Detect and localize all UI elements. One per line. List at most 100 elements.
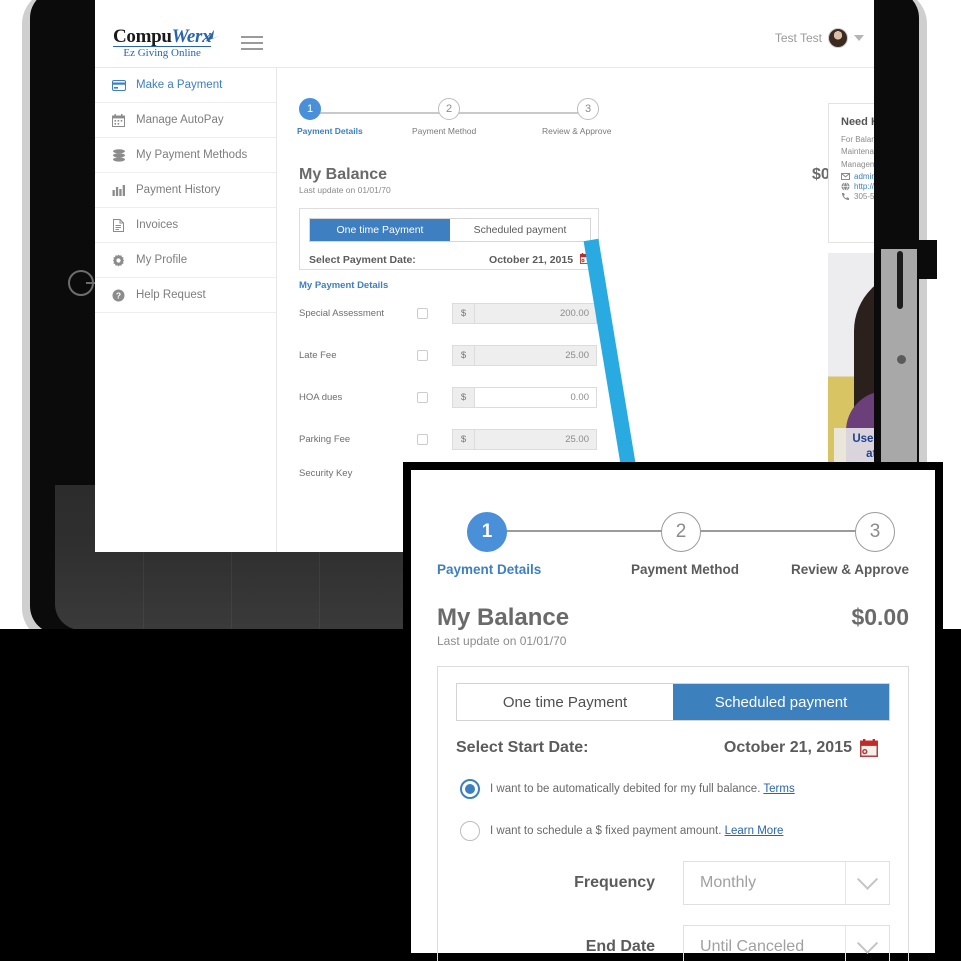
sidebar-item-make-a-payment[interactable]: Make a Payment <box>95 68 276 103</box>
sidebar-item-label: My Payment Methods <box>136 149 248 161</box>
promo-banner[interactable]: VISA VISA $10 a Use your VISA Card to sc… <box>828 253 874 478</box>
currency-symbol: $ <box>453 304 475 323</box>
sidebar-item-label: Make a Payment <box>136 79 223 91</box>
fee-amount-input[interactable]: $ 25.00 <box>452 345 597 366</box>
help-email-row[interactable]: admin@revopay.com <box>841 172 874 181</box>
sidebar-item-manage-autopay[interactable]: Manage AutoPay <box>95 103 276 138</box>
document-icon <box>111 218 126 233</box>
radio-auto-debit-text: I want to be automatically debited for m… <box>490 783 761 795</box>
bar-chart-icon <box>111 183 126 198</box>
callout-tab-scheduled-payment[interactable]: Scheduled payment <box>673 684 889 720</box>
fee-amount-value: 200.00 <box>475 304 596 323</box>
fee-label: Late Fee <box>299 350 337 361</box>
callout-stepper-label-3: Review & Approve <box>790 562 909 577</box>
fee-amount-value: 0.00 <box>475 388 596 407</box>
balance-summary: $0.00 My Balance Last update on 01/01/70 <box>299 166 852 195</box>
callout-step-number: 1 <box>481 521 493 542</box>
need-help-title: Need Help? <box>841 116 874 128</box>
help-phone-row: 305-555-1234 <box>841 192 874 201</box>
payment-date-row: Select Payment Date: October 21, 2015 <box>309 253 591 266</box>
end-date-select[interactable]: Until Canceled <box>683 925 890 961</box>
frequency-select[interactable]: Monthly <box>683 861 890 905</box>
callout-frequency-row: Frequency Monthly <box>456 861 890 905</box>
help-website: http://revopay.com <box>854 182 874 192</box>
tablet-power-button[interactable] <box>897 251 903 309</box>
callout-stepper-step-3[interactable]: 3 <box>855 512 895 552</box>
end-date-value: Until Canceled <box>700 938 805 955</box>
callout-progress-stepper: 1 2 3 <box>437 512 909 552</box>
tab-one-time-payment[interactable]: One time Payment <box>310 219 450 241</box>
radio-fixed-amount[interactable] <box>460 821 480 841</box>
question-circle-icon: ? <box>111 288 126 303</box>
callout-end-date-row: End Date Until Canceled <box>456 925 890 961</box>
balance-last-update: Last update on 01/01/70 <box>299 185 391 195</box>
callout-payment-type-card: One time Payment Scheduled payment Selec… <box>437 666 909 961</box>
help-phone: 305-555-1234 <box>854 192 874 202</box>
terms-link[interactable]: Terms <box>763 783 794 795</box>
help-website-row[interactable]: http://revopay.com <box>841 182 874 191</box>
sidebar-item-label: Payment History <box>136 184 221 196</box>
callout-start-date-row: Select Start Date: October 21, 2015 <box>456 739 890 757</box>
hamburger-menu-icon[interactable] <box>241 36 263 54</box>
payment-date-label: Select Payment Date: <box>309 253 416 266</box>
sidebar: Make a Payment Manage AutoPay My Payment… <box>95 68 277 552</box>
need-help-panel: Need Help? For Balance, Account #, Billi… <box>828 103 874 243</box>
coins-icon <box>111 148 126 163</box>
chevron-down-icon[interactable] <box>845 862 889 904</box>
logo-wordmark: CompuWerx <box>113 26 220 48</box>
sidebar-item-payment-history[interactable]: Payment History <box>95 173 276 208</box>
screenshot-root: CompuWerx Ez Giving Online Test Test Mak… <box>0 0 961 961</box>
payment-date-value[interactable]: October 21, 2015 <box>489 253 591 266</box>
callout-radio-row-fixed-amount[interactable]: I want to schedule a $ fixed payment amo… <box>456 821 890 841</box>
calendar-picker-icon[interactable] <box>860 739 878 757</box>
fee-checkbox[interactable] <box>417 308 428 319</box>
tablet-side-dot-icon <box>897 355 906 364</box>
callout-step-number: 3 <box>869 521 881 542</box>
radio-fixed-amount-text: I want to schedule a $ fixed payment amo… <box>490 825 722 837</box>
callout-stepper-label-2: Payment Method <box>631 562 740 577</box>
logo-check-icon <box>206 29 220 42</box>
callout-start-date-value[interactable]: October 21, 2015 <box>724 739 878 757</box>
radio-fixed-amount-label: I want to schedule a $ fixed payment amo… <box>490 825 783 837</box>
app-header: CompuWerx Ez Giving Online Test Test <box>95 0 874 68</box>
callout-stepper-step-2[interactable]: 2 <box>661 512 701 552</box>
sidebar-item-label: Invoices <box>136 219 179 231</box>
sidebar-item-label: Help Request <box>136 289 206 301</box>
end-date-label: End Date <box>585 938 656 955</box>
callout-balance-summary: My Balance Last update on 01/01/70 $0.00 <box>437 604 909 648</box>
fee-checkbox[interactable] <box>417 392 428 403</box>
user-menu[interactable]: Test Test <box>775 28 864 48</box>
fee-amount-value: 25.00 <box>475 346 596 365</box>
phone-icon <box>842 193 849 201</box>
callout-stepper-step-1[interactable]: 1 <box>467 512 507 552</box>
brand-logo[interactable]: CompuWerx Ez Giving Online <box>113 26 220 59</box>
callout-start-date-label: Select Start Date: <box>456 739 589 756</box>
learn-more-link[interactable]: Learn More <box>725 825 784 837</box>
radio-auto-debit[interactable] <box>460 779 480 799</box>
sidebar-item-invoices[interactable]: Invoices <box>95 208 276 243</box>
fee-checkbox[interactable] <box>417 434 428 445</box>
stepper-step-number: 3 <box>584 103 592 115</box>
fee-row-special-assessment: Special Assessment $ 200.00 <box>299 303 609 324</box>
callout-tab-one-time-payment[interactable]: One time Payment <box>457 684 673 720</box>
stepper-step-1[interactable]: 1 <box>299 98 321 120</box>
chevron-down-icon[interactable] <box>845 926 889 961</box>
callout-content: 1 2 3 Payment Details Payment Method Rev… <box>411 470 935 961</box>
fee-amount-input[interactable]: $ 200.00 <box>452 303 597 324</box>
stepper-step-3[interactable]: 3 <box>577 98 599 120</box>
security-key-label: Security Key <box>299 468 353 479</box>
chevron-down-icon[interactable] <box>854 35 864 41</box>
fee-amount-input[interactable]: $ 25.00 <box>452 429 597 450</box>
sidebar-item-help-request[interactable]: ? Help Request <box>95 278 276 313</box>
sidebar-item-my-payment-methods[interactable]: My Payment Methods <box>95 138 276 173</box>
stepper-step-2[interactable]: 2 <box>438 98 460 120</box>
calendar-picker-icon[interactable] <box>580 253 591 264</box>
callout-radio-row-auto-debit[interactable]: I want to be automatically debited for m… <box>456 779 890 799</box>
fee-checkbox[interactable] <box>417 350 428 361</box>
fee-amount-input[interactable]: $ 0.00 <box>452 387 597 408</box>
stepper-step-number: 1 <box>306 103 314 115</box>
callout-balance-amount: $0.00 <box>851 604 909 630</box>
promo-caption-line-1: Use your VISA Card to schedule <box>852 432 874 445</box>
sidebar-item-my-profile[interactable]: My Profile <box>95 243 276 278</box>
tab-scheduled-payment[interactable]: Scheduled payment <box>450 219 590 241</box>
